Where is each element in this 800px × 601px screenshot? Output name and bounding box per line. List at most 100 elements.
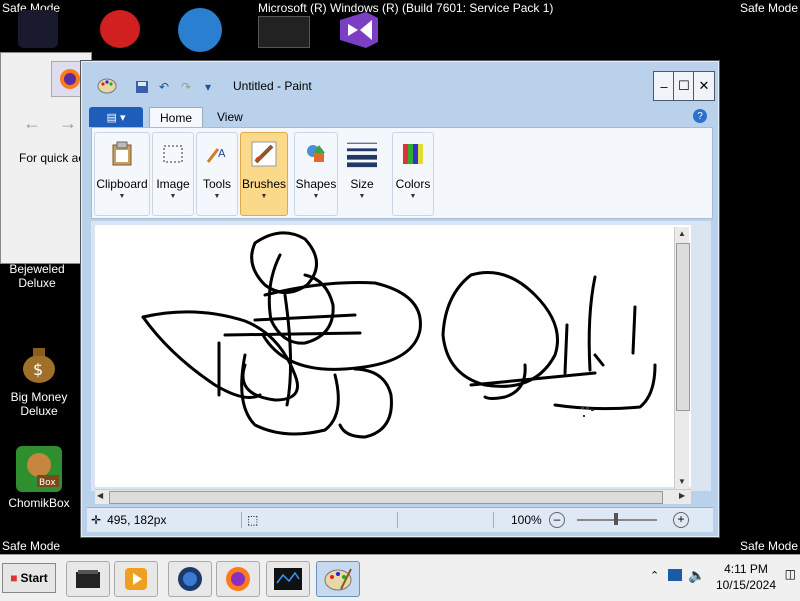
save-icon[interactable]	[133, 78, 151, 96]
undo-icon[interactable]: ↶	[155, 78, 173, 96]
minimize-button[interactable]: –	[653, 71, 675, 101]
shapes-icon	[301, 139, 331, 169]
svg-text:Box: Box	[39, 478, 56, 488]
status-bar: ✛ 495, 182px ⬚ 100% – +	[87, 507, 713, 532]
paint-menu-button[interactable]: ▤ ▾	[89, 107, 143, 127]
show-hidden-icons-icon[interactable]: ⌃	[650, 569, 659, 582]
horizontal-scroll-thumb[interactable]	[109, 491, 663, 504]
taskbar-app-1[interactable]	[66, 561, 110, 597]
clipboard-icon	[107, 139, 137, 169]
desktop-icon-partial-1[interactable]	[18, 10, 58, 48]
ribbon-tabs: ▤ ▾ Home View ?	[87, 105, 713, 128]
help-icon[interactable]: ?	[693, 109, 707, 123]
group-brushes[interactable]: Brushes ▼	[240, 132, 288, 216]
group-label: Size	[350, 177, 374, 191]
desktop-icon-label: Bejeweled Deluxe	[9, 262, 65, 290]
os-build-title: Microsoft (R) Windows (R) (Build 7601: S…	[258, 1, 554, 15]
customize-toolbar-icon[interactable]: ▾	[199, 78, 217, 96]
scroll-up-icon[interactable]: ▲	[678, 229, 686, 238]
back-arrow-icon[interactable]: ←	[23, 113, 41, 134]
selection-size: ⬚	[247, 512, 398, 528]
horizontal-scrollbar[interactable]: ◀ ▶	[95, 489, 691, 504]
window-title: Untitled - Paint	[233, 79, 312, 93]
zoom-slider-thumb[interactable]	[614, 513, 618, 525]
chomikbox-icon: Box	[16, 446, 62, 492]
chevron-down-icon: ▼	[358, 193, 366, 200]
group-label: Brushes	[241, 177, 287, 191]
pencil-tools-icon: A	[202, 139, 232, 169]
close-button[interactable]: ✕	[693, 71, 715, 101]
paint-app-icon[interactable]	[97, 77, 117, 95]
visual-studio-icon[interactable]	[336, 10, 382, 50]
start-label: Start	[20, 571, 48, 585]
desktop-icon-big-money[interactable]: $ Big Money Deluxe	[4, 340, 74, 418]
group-label: Image	[156, 177, 190, 191]
desktop-icon-chomikbox[interactable]: Box ChomikBox	[4, 446, 74, 510]
quick-access-text: For quick ac	[19, 151, 85, 165]
zoom-out-button[interactable]: –	[549, 512, 565, 528]
image-size	[403, 512, 494, 528]
group-shapes[interactable]: Shapes ▼	[294, 132, 338, 216]
group-clipboard[interactable]: Clipboard ▼	[94, 132, 150, 216]
chevron-down-icon: ▼	[118, 193, 126, 200]
desktop-icon-partial-3[interactable]	[178, 8, 222, 52]
desktop-icon-partial-4[interactable]	[258, 16, 310, 48]
group-label: Tools	[202, 177, 231, 191]
scribble-drawing	[141, 231, 657, 439]
group-label: Clipboard	[96, 177, 148, 191]
tab-view[interactable]: View	[207, 107, 253, 127]
palette-icon	[398, 139, 428, 169]
taskbar: ■ Start ⌃ 🔈 4:11 PM 10/15/2024 ◫	[0, 554, 800, 601]
drawing-canvas[interactable]: ▲ ▼	[95, 225, 691, 489]
maximize-button[interactable]: ☐	[673, 71, 695, 101]
safe-mode-label-bottom-right: Safe Mode	[739, 539, 798, 553]
scroll-right-icon[interactable]: ▶	[679, 491, 685, 500]
taskbar-globe[interactable]	[168, 561, 212, 597]
paint-window[interactable]: ↶ ↷ ▾ Untitled - Paint – ☐ ✕ ▤ ▾ Home Vi…	[80, 60, 720, 538]
paint-titlebar[interactable]: ↶ ↷ ▾ Untitled - Paint – ☐ ✕	[81, 61, 719, 103]
background-explorer-window[interactable]: ← → For quick ac	[0, 52, 92, 264]
clock-time: 4:11 PM	[724, 562, 768, 576]
redo-icon[interactable]: ↷	[177, 78, 195, 96]
group-colors[interactable]: Colors ▼	[392, 132, 434, 216]
volume-icon[interactable]: 🔈	[688, 567, 705, 584]
chevron-down-icon: ▼	[213, 193, 221, 200]
desktop-icon-label: Big Money Deluxe	[10, 390, 68, 418]
group-tools[interactable]: A Tools ▼	[196, 132, 238, 216]
money-bag-icon: $	[16, 340, 62, 386]
network-icon[interactable]	[668, 569, 682, 581]
cursor-position: ✛ 495, 182px	[91, 512, 242, 528]
taskbar-firefox[interactable]	[216, 561, 260, 597]
svg-text:A: A	[218, 147, 226, 160]
taskbar-paint[interactable]	[316, 561, 360, 597]
chevron-down-icon: ▼	[312, 193, 320, 200]
desktop-icon-partial-2[interactable]	[100, 10, 140, 48]
zoom-in-button[interactable]: +	[673, 512, 689, 528]
vertical-scrollbar[interactable]: ▲ ▼	[674, 227, 690, 489]
chevron-down-icon: ▼	[169, 193, 177, 200]
windows-logo-icon: ■	[10, 571, 18, 585]
forward-arrow-icon[interactable]: →	[59, 113, 77, 134]
canvas-area: ▲ ▼ ◀ ▶	[91, 221, 711, 504]
ribbon: Clipboard ▼ Image ▼ A Tools ▼ Brushes ▼	[91, 127, 713, 219]
desktop-icon-label: ChomikBox	[8, 496, 70, 510]
line-size-icon	[347, 139, 377, 169]
notification-icon[interactable]: ◫	[785, 567, 796, 581]
group-label: Colors	[395, 177, 431, 191]
clock-date: 10/15/2024	[715, 578, 776, 592]
group-size[interactable]: Size ▼	[340, 132, 384, 216]
tab-home[interactable]: Home	[149, 107, 204, 128]
system-tray: ⌃ 🔈 4:11 PM 10/15/2024 ◫	[646, 555, 800, 601]
scroll-down-icon[interactable]: ▼	[678, 477, 686, 486]
group-label: Shapes	[295, 177, 337, 191]
start-button[interactable]: ■ Start	[2, 563, 56, 593]
taskbar-monitor[interactable]	[266, 561, 310, 597]
group-image[interactable]: Image ▼	[152, 132, 194, 216]
clock[interactable]: 4:11 PM 10/15/2024	[716, 561, 776, 593]
chevron-down-icon: ▼	[409, 193, 417, 200]
taskbar-media-player[interactable]	[114, 561, 158, 597]
scroll-left-icon[interactable]: ◀	[97, 491, 103, 500]
vertical-scroll-thumb[interactable]	[676, 243, 690, 411]
selection-icon: ⬚	[247, 513, 259, 527]
desktop-icon-bejeweled[interactable]: Bejeweled Deluxe	[2, 262, 72, 290]
